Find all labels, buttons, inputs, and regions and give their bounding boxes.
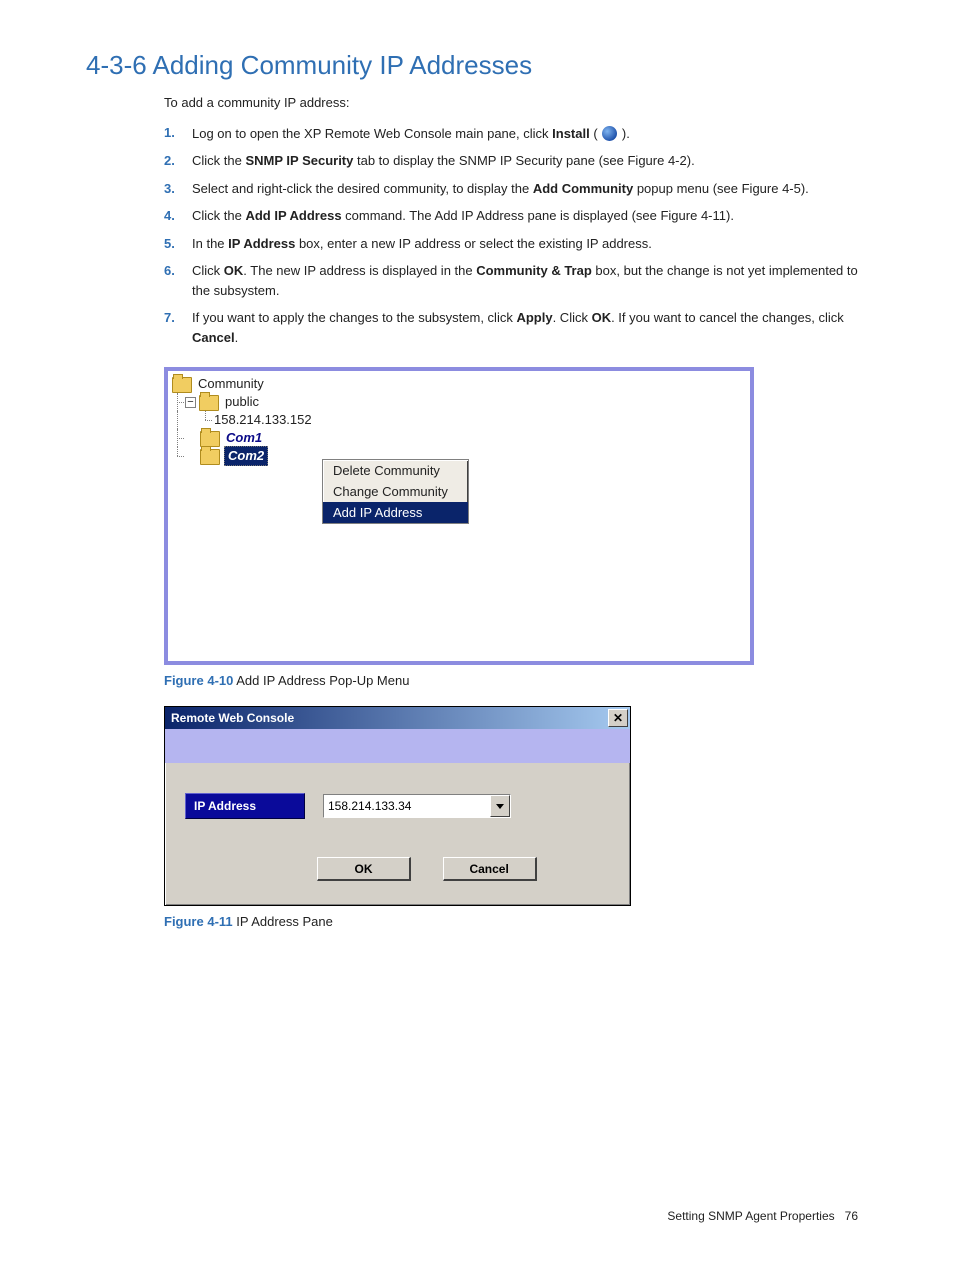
step-3: Select and right-click the desired commu… — [164, 179, 868, 207]
dialog-titlebar: Remote Web Console ✕ — [165, 707, 630, 729]
menu-change-community[interactable]: Change Community — [323, 481, 468, 502]
ip-address-combobox[interactable] — [323, 794, 511, 818]
ip-address-label: IP Address — [185, 793, 305, 819]
context-menu: Delete Community Change Community Add IP… — [322, 459, 469, 524]
collapse-icon[interactable]: − — [185, 397, 196, 408]
tree-node-com1[interactable]: Com1 — [170, 429, 748, 447]
chevron-down-icon — [496, 804, 504, 809]
folder-icon — [172, 377, 192, 393]
tree-node-ip[interactable]: 158.214.133.152 — [170, 411, 748, 429]
step-1: Log on to open the XP Remote Web Console… — [164, 123, 868, 152]
community-tree-panel: Community − public 158.214.133.152 Com1 … — [164, 367, 754, 665]
folder-icon — [199, 395, 219, 411]
ip-address-input[interactable] — [324, 795, 490, 817]
step-2: Click the SNMP IP Security tab to displa… — [164, 151, 868, 179]
install-globe-icon — [602, 126, 617, 141]
figure-4-11: Remote Web Console ✕ IP Address OK Cance… — [164, 706, 868, 906]
cancel-button[interactable]: Cancel — [443, 857, 537, 881]
close-icon[interactable]: ✕ — [608, 709, 628, 727]
tree-node-community[interactable]: Community — [170, 375, 748, 393]
figure-4-11-caption: Figure 4-11 IP Address Pane — [164, 914, 868, 929]
intro-text: To add a community IP address: — [164, 93, 868, 113]
page-footer: Setting SNMP Agent Properties 76 — [86, 1209, 868, 1223]
ip-address-dialog: Remote Web Console ✕ IP Address OK Cance… — [164, 706, 631, 906]
figure-4-10-caption: Figure 4-10 Add IP Address Pop-Up Menu — [164, 673, 868, 688]
section-heading: 4-3-6 Adding Community IP Addresses — [86, 50, 868, 81]
step-5: In the IP Address box, enter a new IP ad… — [164, 234, 868, 262]
step-7: If you want to apply the changes to the … — [164, 308, 868, 355]
tree-node-public[interactable]: − public — [170, 393, 748, 411]
menu-delete-community[interactable]: Delete Community — [323, 460, 468, 481]
figure-4-10: Community − public 158.214.133.152 Com1 … — [164, 367, 868, 665]
folder-icon — [200, 449, 220, 465]
steps-list: Log on to open the XP Remote Web Console… — [164, 123, 868, 356]
ok-button[interactable]: OK — [317, 857, 411, 881]
step-6: Click OK. The new IP address is displaye… — [164, 261, 868, 308]
step-4: Click the Add IP Address command. The Ad… — [164, 206, 868, 234]
folder-icon — [200, 431, 220, 447]
menu-add-ip-address[interactable]: Add IP Address — [323, 502, 468, 523]
dropdown-button[interactable] — [490, 795, 510, 817]
dialog-title: Remote Web Console — [171, 711, 294, 725]
